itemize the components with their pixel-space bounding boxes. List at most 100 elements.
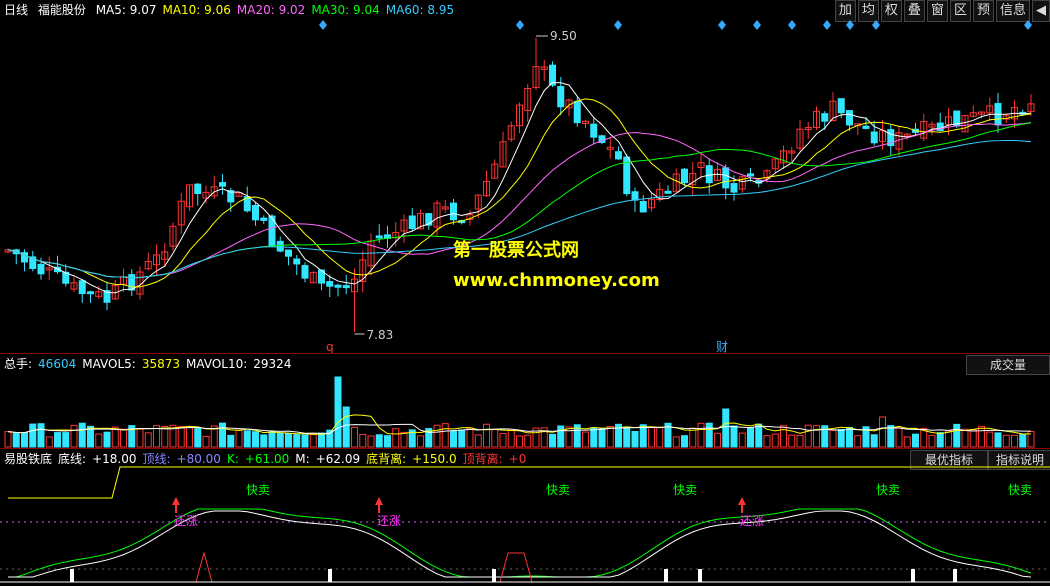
sell-signal-4: 快卖	[1008, 483, 1032, 497]
volume-bar-42	[351, 426, 358, 448]
volume-bar-112	[928, 434, 936, 448]
volume-bar-114	[945, 430, 952, 448]
candle-body-71	[590, 123, 598, 138]
low-price-label: 7.83	[367, 328, 394, 342]
rise-arrow-0	[172, 497, 180, 513]
q-marker: q	[326, 340, 334, 353]
volume-bar-121	[1002, 434, 1010, 448]
candle-body-45	[375, 235, 383, 239]
volume-bar-89	[738, 432, 746, 448]
volume-bar-26	[219, 422, 226, 448]
volume-bar-34	[285, 433, 292, 448]
event-diamond-3	[718, 20, 726, 30]
volume-bar-55	[458, 429, 466, 448]
indicator-pane: 易股铁底 底线: +18.00 顶线: +80.00 K: +61.00 M: +62.09 底背…	[0, 448, 1050, 586]
baseline-tick-0	[70, 569, 74, 582]
volume-bar-110	[912, 433, 919, 448]
baseline-tick-3	[664, 569, 668, 582]
candle-body-40	[334, 284, 342, 288]
volume-chart[interactable]	[0, 354, 1050, 449]
volume-bar-2	[21, 432, 28, 448]
volume-bar-4	[37, 423, 45, 448]
candle-body-90	[747, 173, 754, 177]
candle-body-34	[285, 249, 292, 257]
volume-bar-107	[887, 425, 895, 448]
candle-body-33	[276, 240, 284, 252]
candle-body-67	[557, 86, 565, 108]
candle-body-4	[37, 263, 45, 275]
candle-body-102	[846, 110, 853, 126]
volume-bar-48	[400, 431, 408, 448]
sell-signal-1: 快卖	[546, 483, 570, 497]
volume-bar-12	[103, 431, 111, 448]
volume-bar-96	[796, 434, 804, 448]
price-chart[interactable]: 9.50 7.83 q 财	[0, 0, 1050, 353]
volume-bar-71	[590, 427, 598, 448]
volume-bar-59	[491, 429, 499, 448]
volume-bar-44	[367, 435, 375, 448]
indicator-chart[interactable]: 快卖 快卖 快卖 快卖 快卖还涨 还涨 还涨	[0, 449, 1050, 586]
baseline-tick-1	[328, 569, 332, 582]
volume-bar-76	[631, 430, 639, 448]
volume-bar-116	[961, 428, 969, 448]
volume-bar-0	[4, 431, 12, 448]
rise-signal-1: 还涨	[377, 513, 401, 528]
candle-body-30	[252, 204, 259, 221]
volume-bar-14	[120, 428, 127, 448]
volume-bar-100	[829, 429, 837, 448]
volume-bar-72	[598, 428, 606, 448]
volume-bar-46	[384, 435, 391, 448]
volume-bar-83	[689, 427, 697, 448]
candle-body-31	[260, 217, 268, 221]
candle-body-49	[408, 215, 416, 229]
volume-bar-32	[268, 431, 276, 448]
volume-pane: 总手: 46604 MAVOL5: 35873 MAVOL10: 29324 成交量	[0, 353, 1050, 449]
volume-bar-56	[466, 427, 474, 448]
volume-bar-13	[111, 426, 119, 448]
candle-body-26	[219, 182, 226, 187]
volume-bar-106	[879, 416, 886, 448]
volume-bar-28	[235, 429, 243, 448]
volume-bar-21	[177, 426, 185, 448]
volume-bar-45	[375, 434, 383, 448]
sell-signal-2: 快卖	[673, 483, 697, 497]
volume-bar-23	[194, 428, 202, 448]
volume-bar-78	[648, 426, 655, 448]
baseline-tick-2	[492, 569, 496, 582]
volume-bar-102	[846, 427, 853, 448]
candle-body-23	[194, 183, 202, 195]
candle-body-9	[78, 280, 86, 295]
rise-signal-2: 还涨	[740, 513, 764, 528]
volume-bar-36	[301, 434, 309, 448]
volume-bar-54	[450, 430, 457, 448]
rise-signal-0: 还涨	[174, 513, 198, 528]
volume-bar-41	[342, 406, 350, 448]
volume-bar-81	[672, 436, 680, 448]
volume-bar-86	[714, 432, 721, 448]
candle-body-36	[301, 265, 309, 279]
watermark-url: www.chnmoney.com	[453, 270, 660, 291]
event-diamond-8	[872, 20, 880, 30]
event-diamond-2	[614, 20, 622, 30]
volume-bar-90	[747, 427, 754, 448]
volume-bar-6	[54, 432, 61, 448]
event-diamond-4	[753, 20, 761, 30]
candle-body-105	[870, 131, 878, 144]
volume-bar-60	[499, 433, 507, 448]
volume-bar-16	[136, 428, 144, 448]
volume-bar-27	[227, 434, 235, 448]
volume-bar-58	[483, 423, 490, 448]
event-diamond-7	[846, 20, 854, 30]
candle-body-77	[639, 200, 647, 213]
volume-bar-101	[837, 429, 845, 448]
volume-bar-123	[1019, 433, 1027, 448]
volume-bar-67	[557, 425, 565, 448]
candle-body-80	[664, 190, 672, 194]
volume-bar-43	[359, 434, 367, 448]
candle-body-87	[722, 167, 730, 189]
k-line	[8, 508, 1032, 578]
volume-bar-98	[813, 425, 820, 448]
volume-bar-37	[309, 434, 317, 448]
rise-arrow-2	[738, 497, 746, 513]
volume-bar-97	[804, 424, 812, 448]
